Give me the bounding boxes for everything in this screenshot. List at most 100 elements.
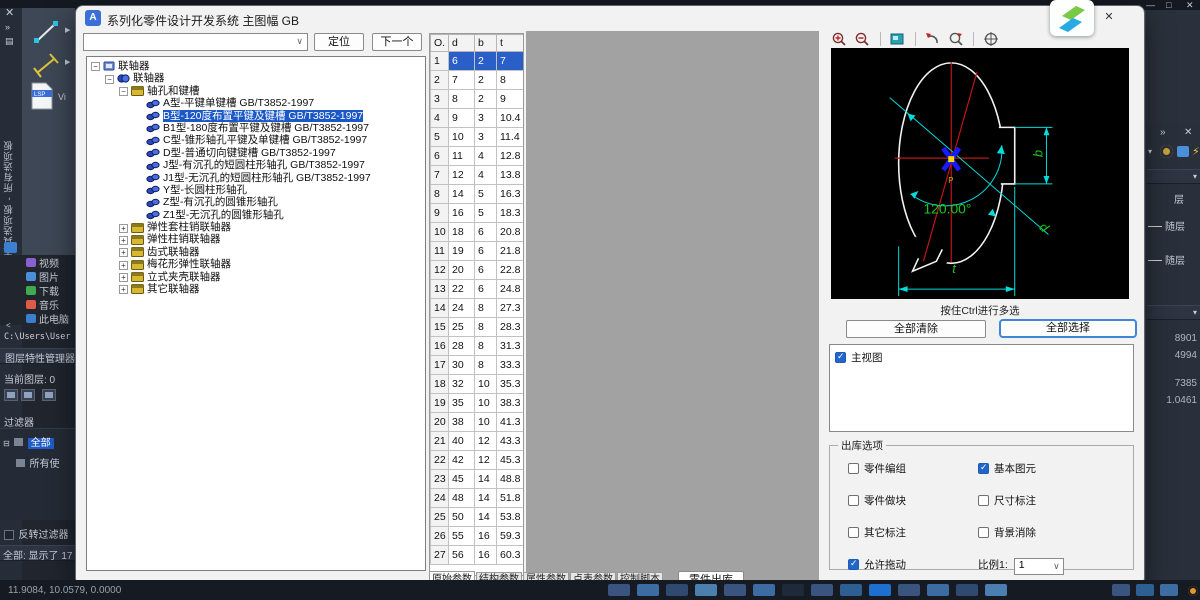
option-checkbox-row[interactable]: 背景消除 [978,523,1128,541]
layer-panel-header[interactable]: 图层特性管理器 [0,348,75,364]
bylayer-row[interactable]: 随层 [1148,217,1185,235]
value-cell[interactable]: 48.8 [497,470,525,489]
statusbar-icon[interactable] [898,584,920,596]
row-number-cell[interactable]: 11 [431,242,449,261]
table-row[interactable]: 22421245.3 [431,451,525,470]
row-number-cell[interactable]: 6 [431,147,449,166]
option-checkbox-row[interactable]: 零件做块 [848,491,978,509]
row-number-cell[interactable]: 23 [431,470,449,489]
row-number-cell[interactable]: 18 [431,375,449,394]
value-cell[interactable]: 43.3 [497,432,525,451]
statusbar-icon[interactable] [695,584,717,596]
palette-menu-icon[interactable]: ▤ [5,36,14,47]
tree-item[interactable]: A型-平键单键槽 GB/T3852-1997 [87,97,425,109]
statusbar-icon[interactable] [608,584,630,596]
explorer-item[interactable]: 音乐 [26,299,75,311]
option-checkbox[interactable] [848,559,859,570]
flyout-arrow-icon[interactable]: ▶ [65,58,70,66]
value-cell[interactable]: 13.8 [497,166,525,185]
dialog-close-button[interactable]: ✕ [1096,8,1122,26]
value-cell[interactable]: 38.3 [497,394,525,413]
property-value[interactable]: 8901 [1175,333,1197,344]
scroll-hint[interactable]: < [6,321,11,330]
value-cell[interactable]: 45 [449,470,475,489]
property-value[interactable]: 4994 [1175,350,1197,361]
option-checkbox[interactable] [978,495,989,506]
dimension-tool-icon[interactable] [32,52,60,83]
table-row[interactable]: 1525828.3 [431,318,525,337]
column-header[interactable]: d [449,35,475,52]
explorer-item[interactable]: 图片 [26,271,75,283]
table-row[interactable]: 1322624.8 [431,280,525,299]
filter-used-item[interactable]: 所有使 [29,459,59,470]
value-cell[interactable]: 50 [449,508,475,527]
option-checkbox-row[interactable]: 允许拖动 [848,555,978,575]
tree-item[interactable]: C型-锥形轴孔平键及单键槽 GB/T3852-1997 [87,134,425,146]
option-checkbox-row[interactable]: 基本图元 [978,459,1128,477]
table-row[interactable]: 611412.8 [431,147,525,166]
value-cell[interactable]: 32 [449,375,475,394]
expand-toggle[interactable]: + [119,273,128,282]
value-cell[interactable]: 35 [449,394,475,413]
value-cell[interactable]: 48 [449,489,475,508]
option-checkbox[interactable] [848,527,859,538]
value-cell[interactable]: 22 [449,280,475,299]
parts-tree[interactable]: −联轴器−联轴器−轴孔和键槽A型-平键单键槽 GB/T3852-1997B型-1… [86,56,426,571]
zoom-back-icon[interactable] [924,31,941,47]
table-row[interactable]: 814516.3 [431,185,525,204]
value-cell[interactable]: 8 [449,90,475,109]
value-cell[interactable]: 38 [449,413,475,432]
row-number-cell[interactable]: 27 [431,546,449,565]
table-row[interactable]: 24481451.8 [431,489,525,508]
row-number-cell[interactable]: 26 [431,527,449,546]
statusbar-icon[interactable] [637,584,659,596]
value-cell[interactable]: 8 [475,356,497,375]
row-number-cell[interactable]: 21 [431,432,449,451]
value-cell[interactable]: 51.8 [497,489,525,508]
palette-close-icon[interactable]: ✕ [1184,127,1192,138]
expand-toggle[interactable]: + [119,285,128,294]
value-cell[interactable]: 16 [475,527,497,546]
table-row[interactable]: 712413.8 [431,166,525,185]
invert-filter-row[interactable]: 反转过滤器 [4,525,68,543]
row-number-cell[interactable]: 16 [431,337,449,356]
window-maximize-button[interactable]: □ [1166,0,1171,10]
table-row[interactable]: 1628831.3 [431,337,525,356]
value-cell[interactable]: 16 [449,204,475,223]
table-row[interactable]: 1220622.8 [431,261,525,280]
next-button[interactable]: 下一个 [372,33,422,51]
clear-all-button[interactable]: 全部清除 [846,320,986,338]
chevron-down-icon[interactable]: ∨ [296,36,303,47]
window-minimize-button[interactable]: — [1146,0,1155,10]
tree-item[interactable]: +梅花形弹性联轴器 [87,258,425,270]
value-cell[interactable]: 8 [475,318,497,337]
value-cell[interactable]: 5 [475,185,497,204]
table-row[interactable]: 1627 [431,52,525,71]
tree-item[interactable]: −联轴器 [87,60,425,72]
value-cell[interactable]: 2 [475,52,497,71]
tree-item[interactable]: J1型-无沉孔的短圆柱形轴孔 GB/T3852-1997 [87,172,425,184]
column-header[interactable]: t [497,35,525,52]
section-header[interactable]: ▾ [1147,169,1200,184]
row-number-cell[interactable]: 15 [431,318,449,337]
table-row[interactable]: 1119621.8 [431,242,525,261]
column-header[interactable]: b [475,35,497,52]
value-cell[interactable]: 24 [449,299,475,318]
value-cell[interactable]: 14 [449,185,475,204]
row-number-cell[interactable]: 2 [431,71,449,90]
statusbar-icon[interactable] [753,584,775,596]
value-cell[interactable]: 59.3 [497,527,525,546]
settings-gear-icon[interactable] [1188,586,1198,596]
value-cell[interactable]: 10 [475,394,497,413]
value-cell[interactable]: 8 [475,299,497,318]
value-cell[interactable]: 10.4 [497,109,525,128]
value-cell[interactable]: 45.3 [497,451,525,470]
zoom-scale-icon[interactable] [948,31,965,47]
explorer-item[interactable]: 下载 [26,285,75,297]
expand-toggle[interactable]: + [119,261,128,270]
statusbar-icon[interactable] [1112,584,1130,596]
tree-item[interactable]: −轴孔和键槽 [87,85,425,97]
value-cell[interactable]: 24.8 [497,280,525,299]
value-cell[interactable]: 35.3 [497,375,525,394]
row-number-cell[interactable]: 3 [431,90,449,109]
